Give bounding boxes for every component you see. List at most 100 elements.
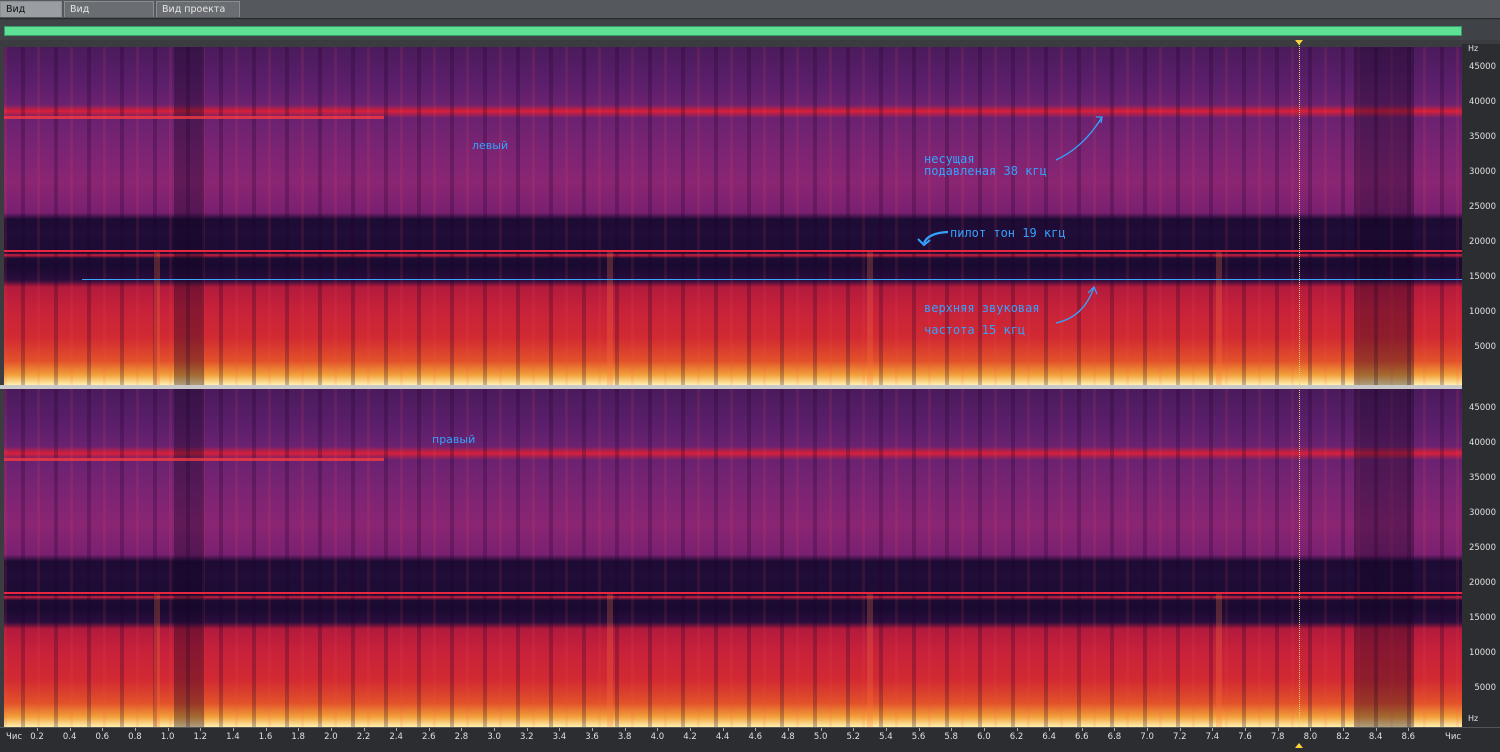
time-tick-label: 0.2 — [30, 732, 44, 742]
frequency-axis-right: 45000 40000 35000 30000 25000 20000 1500… — [1462, 387, 1500, 727]
hz-tick: 25000 — [1468, 543, 1496, 553]
time-tick-mark — [1245, 728, 1247, 731]
hz-tick: 40000 — [1468, 438, 1496, 448]
time-tick-label: 0.4 — [62, 732, 77, 742]
hz-tick: 20000 — [1468, 237, 1496, 247]
time-tick-label: 3.4 — [552, 732, 567, 742]
carrier-38khz-band — [4, 458, 384, 461]
view-tabs: Вид правки Вид мультитрека Вид проекта C… — [0, 0, 1500, 31]
pilot-tone-line — [4, 592, 1462, 594]
hz-unit-label: Hz — [1468, 44, 1479, 53]
time-tick-label: 2.2 — [356, 732, 371, 742]
time-tick-mark — [690, 728, 691, 731]
hz-tick: 30000 — [1468, 167, 1496, 177]
time-tick-label: 6.4 — [1042, 732, 1056, 742]
time-tick-mark — [134, 728, 136, 731]
hz-tick: 10000 — [1468, 648, 1496, 658]
hz-tick: 35000 — [1468, 473, 1496, 483]
annotation-arrows — [917, 116, 1103, 324]
time-tick-mark — [1408, 728, 1410, 731]
hz-tick: 45000 — [1468, 62, 1496, 72]
time-tick-mark — [657, 728, 659, 731]
tab-edit-view[interactable]: Вид правки — [0, 1, 62, 31]
time-tick-mark — [200, 728, 202, 731]
hz-tick: 15000 — [1468, 613, 1496, 623]
hz-tick: 15000 — [1468, 272, 1496, 282]
quiet-segment — [1354, 389, 1414, 727]
arrow-carrier-icon — [1055, 116, 1103, 161]
time-tick-mark — [722, 728, 724, 731]
hz-tick: 35000 — [1468, 132, 1496, 142]
time-tick-label: 7.0 — [1140, 732, 1154, 742]
time-tick-label: 7.6 — [1238, 732, 1252, 742]
hz-tick: 20000 — [1468, 578, 1496, 588]
spectrogram-right-channel[interactable]: правый — [4, 389, 1462, 727]
time-tick-mark — [1049, 728, 1051, 731]
time-ruler[interactable]: Чис 0.2 0.4 0.6 0.8 1.0 1.2 1.4 1.6 1.8 2.0 2.2 2.4… — [0, 727, 1500, 752]
spectrogram-left-channel[interactable]: левый несущая подавленая 38 кгц пилот то… — [4, 47, 1462, 385]
time-tick-mark — [885, 728, 887, 731]
time-tick-mark — [853, 728, 855, 731]
time-tick-label: 0.8 — [128, 732, 142, 742]
time-tick-label: 5.2 — [846, 732, 861, 742]
time-tick-mark — [624, 728, 626, 731]
time-tick-label: 0.6 — [95, 732, 110, 742]
time-tick-mark — [787, 728, 789, 731]
time-tick-mark — [167, 728, 169, 731]
time-tick-label: 6.2 — [1009, 732, 1024, 742]
time-tick-label: 5.4 — [879, 732, 893, 742]
time-format-label-start: Чис — [6, 732, 23, 742]
time-tick-label: 3.8 — [617, 732, 632, 742]
time-tick-label: 3.6 — [585, 732, 599, 742]
time-tick-label: 7.4 — [1205, 732, 1220, 742]
time-tick-mark — [494, 728, 496, 731]
hz-tick: 40000 — [1468, 97, 1496, 107]
time-tick-mark — [232, 728, 234, 731]
time-tick-mark — [1147, 728, 1149, 731]
waveform-overview-bar[interactable] — [4, 26, 1462, 36]
spectrogram-texture — [4, 389, 1462, 727]
time-tick-mark — [396, 728, 398, 731]
time-tick-mark — [951, 728, 953, 731]
time-tick-label: 3.2 — [519, 732, 534, 742]
time-tick-mark — [428, 728, 430, 731]
time-tick-label: 1.8 — [291, 732, 305, 742]
time-tick-label: 4.6 — [748, 732, 763, 742]
quiet-segment — [174, 389, 204, 727]
tab-multitrack-view[interactable]: Вид мультитрека — [64, 1, 154, 31]
time-tick-label: 8.6 — [1401, 732, 1416, 742]
time-tick-label: 4.0 — [650, 732, 665, 742]
playhead-cursor-line[interactable] — [1299, 40, 1300, 743]
time-tick-mark — [1375, 728, 1377, 731]
time-tick-mark — [363, 728, 365, 731]
time-tick-label: 5.0 — [813, 732, 828, 742]
time-tick-mark — [526, 728, 528, 731]
time-tick-label: 8.4 — [1368, 732, 1383, 742]
transient-segment — [154, 591, 160, 727]
time-tick-mark — [69, 728, 71, 731]
time-tick-mark — [1016, 728, 1018, 731]
time-tick-mark — [330, 728, 332, 731]
transient-segment — [607, 591, 613, 727]
hz-tick: 5000 — [1474, 683, 1496, 693]
time-tick-mark — [102, 728, 104, 731]
time-tick-label: 2.8 — [454, 732, 469, 742]
time-tick-label: 6.0 — [977, 732, 991, 742]
time-tick-label: 1.6 — [258, 732, 273, 742]
transient-segment — [1216, 591, 1222, 727]
time-tick-label: 6.8 — [1107, 732, 1122, 742]
time-tick-label: 6.6 — [1075, 732, 1089, 742]
time-tick-label: 2.4 — [389, 732, 403, 742]
playhead-marker-bottom-icon[interactable] — [1295, 743, 1303, 748]
hz-unit-label: Hz — [1468, 714, 1479, 723]
time-tick-mark — [1081, 728, 1083, 731]
time-tick-label: 4.8 — [781, 732, 795, 742]
time-tick-mark — [37, 728, 38, 731]
time-tick-label: 3.0 — [487, 732, 501, 742]
time-tick-label: 8.0 — [1303, 732, 1318, 742]
time-tick-mark — [918, 728, 920, 731]
time-tick-mark — [755, 728, 757, 731]
time-tick-mark — [461, 728, 463, 731]
tab-cd-project-view[interactable]: Вид проекта CD — [156, 1, 240, 31]
time-tick-label: 1.2 — [193, 732, 208, 742]
